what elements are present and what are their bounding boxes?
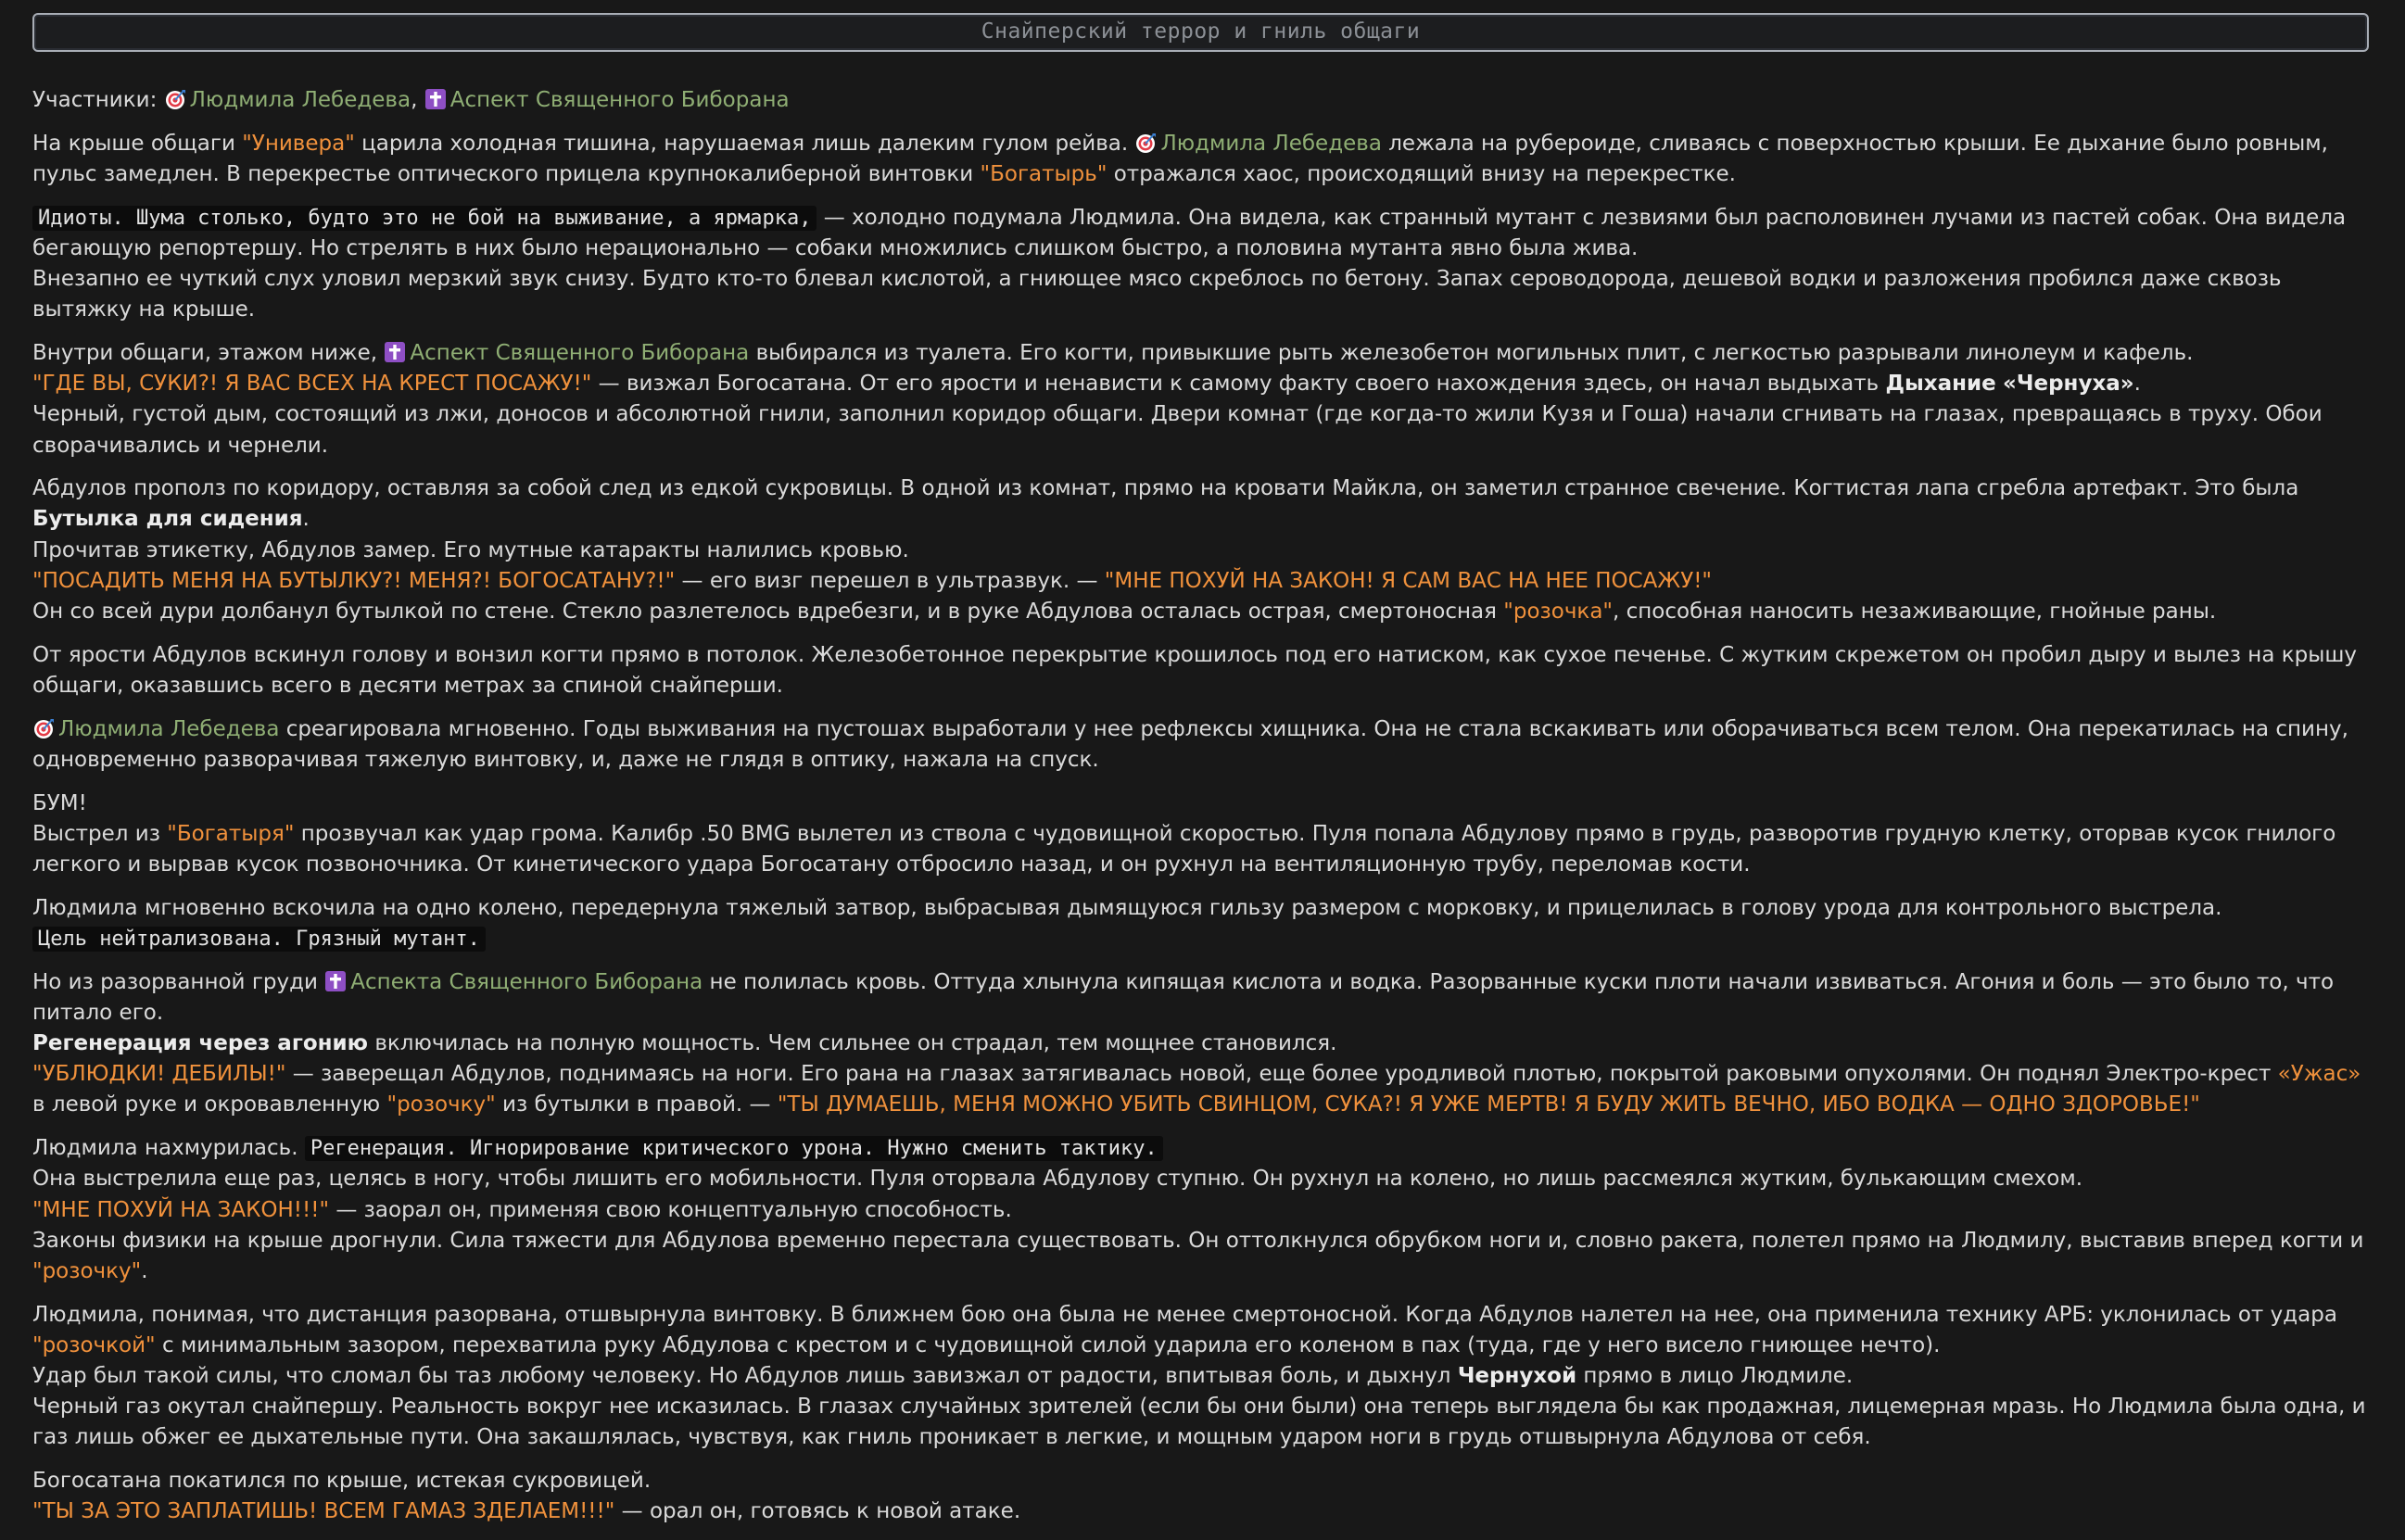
latin-cross-icon [325,970,347,991]
story-paragraph: Людмила Лебедева среагировала мгновенно.… [32,716,2348,772]
story-paragraph: Внутри общаги, этажом ниже, Аспект Свяще… [32,340,2323,458]
story-paragraph: Людмила нахмурилась. Регенерация. Игнори… [32,1136,2364,1283]
participant-name[interactable]: Аспект Священного Биборана [450,88,790,112]
highlight-term: «Ужас» [2277,1062,2361,1087]
story-paragraph: На крыше общаги "Универа" царила холодна… [32,131,2328,186]
highlight-term: "Богатырь" [980,161,1108,186]
direct-hit-icon [1136,133,1157,153]
dialogue-line: "ТЫ ДУМАЕШЬ, МЕНЯ МОЖНО УБИТЬ СВИНЦОМ, С… [777,1092,2200,1117]
dialogue-line: "УБЛЮДКИ! ДЕБИЛЫ!" [32,1062,286,1087]
inner-thought: Цель нейтрализована. Грязный мутант. [32,926,486,952]
direct-hit-icon [165,90,185,109]
story-paragraph: Богосатана покатился по крыше, истекая с… [32,1469,1021,1524]
character-name[interactable]: Аспект Священного Биборана [410,341,749,365]
latin-cross-icon [385,341,406,362]
participant-name[interactable]: Людмила Лебедева [190,88,411,112]
ability-name: Чернухой [1457,1364,1577,1389]
highlight-term: "Универа" [242,131,355,156]
story-paragraph: БУМ! Выстрел из "Богатыря" прозвучал как … [32,790,2336,877]
story-paragraph: Идиоты. Шума столько, будто это не бой н… [32,205,2347,322]
story-paragraph: От ярости Абдулов вскинул голову и вонзи… [32,642,2358,698]
character-name[interactable]: Аспекта Священного Биборана [350,970,703,994]
inner-thought: Идиоты. Шума столько, будто это не бой н… [32,205,817,231]
story-paragraph: Людмила мгновенно вскочила на одно колен… [32,895,2222,952]
participants-line: Участники: Людмила Лебедева, Аспект Свящ… [32,88,790,112]
ability-name: «Чернуха» [2003,372,2134,397]
artifact-name: Бутылка для сидения [32,507,303,532]
dialogue-line: "ТЫ ЗА ЭТО ЗАПЛАТИШЬ! ВСЕМ ГАМАЗ ЗДЕЛАЕМ… [32,1499,615,1524]
ability-name: Регенерация через агонию [32,1030,369,1055]
scenario-title-bar: Снайперский террор и гниль общаги [32,13,2369,52]
highlight-term: "розочку" [32,1258,142,1283]
character-name[interactable]: Людмила Лебедева [58,717,279,741]
highlight-term: "розочка" [1503,600,1613,625]
inner-thought: Регенерация. Игнорирование критического … [304,1136,1163,1162]
highlight-term: "розочку" [386,1092,496,1117]
direct-hit-icon [34,718,54,738]
latin-cross-icon [424,89,446,109]
dialogue-line: "МНЕ ПОХУЙ НА ЗАКОН! Я САМ ВАС НА НЕЕ ПО… [1104,568,1713,593]
highlight-term: "розочкой" [32,1332,156,1357]
ability-name: Дыхание [1885,372,1996,397]
dialogue-line: "МНЕ ПОХУЙ НА ЗАКОН!!!" [32,1197,330,1222]
character-name[interactable]: Людмила Лебедева [1160,132,1381,156]
story-paragraph: Но из разорванной груди Аспекта Священно… [32,969,2361,1117]
dialogue-line: "ПОСАДИТЬ МЕНЯ НА БУТЫЛКУ?! МЕНЯ?! БОГОС… [32,568,676,593]
scenario-title: Снайперский террор и гниль общаги [981,19,1421,44]
story-text: Участники: Людмила Лебедева, Аспект Свящ… [32,85,2377,1540]
dialogue-line: "ГДЕ ВЫ, СУКИ?! Я ВАС ВСЕХ НА КРЕСТ ПОСА… [32,372,592,397]
story-paragraph: Абдулов прополз по коридору, оставляя за… [32,476,2299,625]
highlight-term: "Богатыря" [167,821,295,846]
story-paragraph: Людмила, понимая, что дистанция разорван… [32,1302,2366,1450]
